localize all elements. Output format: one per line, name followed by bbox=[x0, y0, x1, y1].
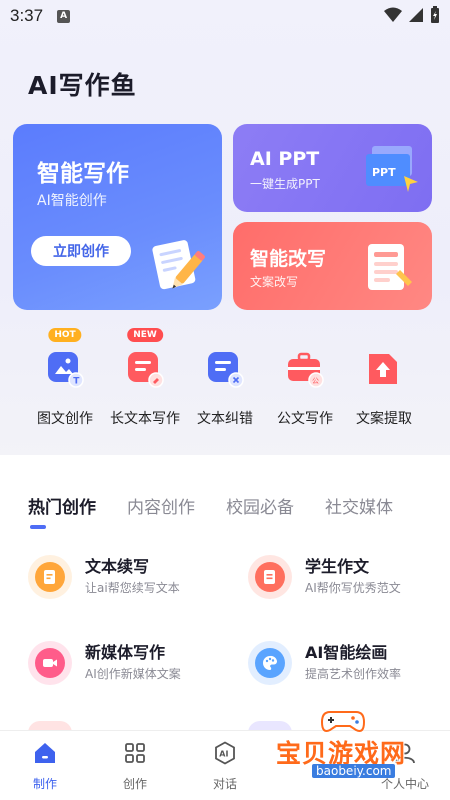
tool-label: 公文写作 bbox=[277, 411, 333, 427]
feature-desc: AI帮你写优秀范文 bbox=[305, 581, 401, 595]
essay-icon bbox=[264, 570, 275, 584]
app-title: AI写作鱼 bbox=[28, 71, 137, 100]
signal-icon bbox=[409, 8, 423, 22]
status-time: 3:37 bbox=[10, 6, 44, 25]
feature-desc: AI创作新媒体文案 bbox=[85, 667, 181, 681]
grid-icon bbox=[125, 743, 145, 763]
nav-make[interactable]: 制作 bbox=[10, 741, 80, 792]
smart-rewrite-card[interactable]: 智能改写 文案改写 bbox=[233, 222, 432, 310]
feature-title: 学生作文 bbox=[305, 557, 370, 576]
tool-long-text[interactable]: NEW 长文本写作 bbox=[100, 328, 190, 428]
feature-desc: 让ai帮您续写文本 bbox=[85, 581, 180, 595]
feature-title: 新媒体写作 bbox=[85, 643, 166, 662]
home-icon bbox=[35, 743, 55, 763]
ai-ppt-title: AI PPT bbox=[250, 148, 320, 170]
feature-desc: 提高艺术创作效率 bbox=[305, 667, 402, 681]
document-edit-icon bbox=[368, 244, 412, 290]
content-area: 热门创作 内容创作 校园必备 社交媒体 文本续写 让ai帮您续写文本 学生作文 … bbox=[0, 455, 450, 733]
video-camera-icon bbox=[43, 659, 57, 667]
continue-writing-icon bbox=[44, 570, 55, 584]
ppt-slide-icon: PPT bbox=[366, 146, 418, 192]
tool-label: 文本纠错 bbox=[197, 411, 253, 427]
nav-chat[interactable]: AI 对话 bbox=[190, 741, 260, 792]
feature-student-essay[interactable]: 学生作文 AI帮你写优秀范文 bbox=[248, 551, 448, 607]
category-tabs: 热门创作 内容创作 校园必备 社交媒体 bbox=[28, 493, 424, 529]
tab-hot[interactable]: 热门创作 bbox=[28, 493, 96, 529]
smart-rewrite-subtitle: 文案改写 bbox=[250, 275, 299, 289]
feature-title: 文本续写 bbox=[85, 557, 150, 576]
battery-icon bbox=[431, 6, 439, 23]
nav-create[interactable]: 创作 bbox=[100, 741, 170, 792]
smart-write-title: 智能写作 bbox=[37, 161, 129, 187]
image-text-icon: T bbox=[48, 352, 84, 388]
hot-badge: HOT bbox=[48, 328, 82, 342]
nav-label: 对话 bbox=[212, 777, 237, 791]
tab-campus[interactable]: 校园必备 bbox=[226, 493, 294, 518]
wifi-icon bbox=[384, 7, 402, 22]
smart-write-subtitle: AI智能创作 bbox=[37, 193, 107, 209]
new-badge: NEW bbox=[127, 328, 163, 342]
briefcase-icon: 公 bbox=[288, 352, 324, 388]
feature-text-continue[interactable]: 文本续写 让ai帮您续写文本 bbox=[28, 551, 228, 607]
tool-official-doc[interactable]: 公 公文写作 bbox=[260, 350, 350, 428]
svg-text:T: T bbox=[73, 377, 80, 387]
tab-content[interactable]: 内容创作 bbox=[127, 493, 195, 518]
tool-label: 图文创作 bbox=[37, 411, 93, 427]
notification-icon: A bbox=[57, 9, 71, 23]
ai-ppt-card[interactable]: AI PPT 一键生成PPT PPT bbox=[233, 124, 432, 212]
feature-ai-painting[interactable]: AI智能绘画 提高艺术创作效率 bbox=[248, 637, 448, 693]
status-bar: 3:37 A bbox=[0, 0, 450, 32]
smart-rewrite-title: 智能改写 bbox=[250, 248, 327, 270]
text-correction-icon bbox=[208, 352, 244, 388]
tool-copy-extract[interactable]: 文案提取 bbox=[339, 350, 429, 428]
palette-icon bbox=[263, 655, 277, 670]
nav-label: 制作 bbox=[32, 777, 57, 791]
tools-row: HOT T 图文创作 NEW 长文本写作 文本纠错 公 公文写作 文案提取 bbox=[0, 328, 450, 430]
long-text-icon bbox=[128, 352, 164, 388]
tab-social[interactable]: 社交媒体 bbox=[325, 493, 393, 518]
svg-text:AI: AI bbox=[219, 750, 228, 759]
svg-text:公: 公 bbox=[312, 377, 319, 385]
tool-image-text[interactable]: HOT T 图文创作 bbox=[20, 328, 110, 428]
feature-new-media[interactable]: 新媒体写作 AI创作新媒体文案 bbox=[28, 637, 228, 693]
ai-ppt-subtitle: 一键生成PPT bbox=[250, 177, 320, 191]
tool-label: 文案提取 bbox=[356, 411, 412, 427]
nav-profile[interactable]: 个人中心 bbox=[370, 741, 440, 792]
upload-doc-icon bbox=[369, 354, 397, 384]
paper-pencil-icon bbox=[152, 240, 205, 290]
tool-label: 长文本写作 bbox=[110, 411, 180, 427]
user-icon bbox=[395, 743, 415, 764]
ppt-art-text: PPT bbox=[372, 166, 396, 179]
tool-text-correction[interactable]: 文本纠错 bbox=[180, 350, 270, 428]
smart-write-card[interactable]: 智能写作 AI智能创作 立即创作 bbox=[13, 124, 222, 310]
nav-label: 创作 bbox=[122, 777, 147, 791]
create-now-button[interactable]: 立即创作 bbox=[31, 236, 131, 266]
bottom-nav: 制作 创作 AI 对话 个人中心 bbox=[0, 730, 450, 800]
nav-label: 个人中心 bbox=[380, 777, 429, 791]
ai-chat-icon: AI bbox=[215, 741, 235, 765]
feature-title: AI智能绘画 bbox=[305, 643, 388, 662]
